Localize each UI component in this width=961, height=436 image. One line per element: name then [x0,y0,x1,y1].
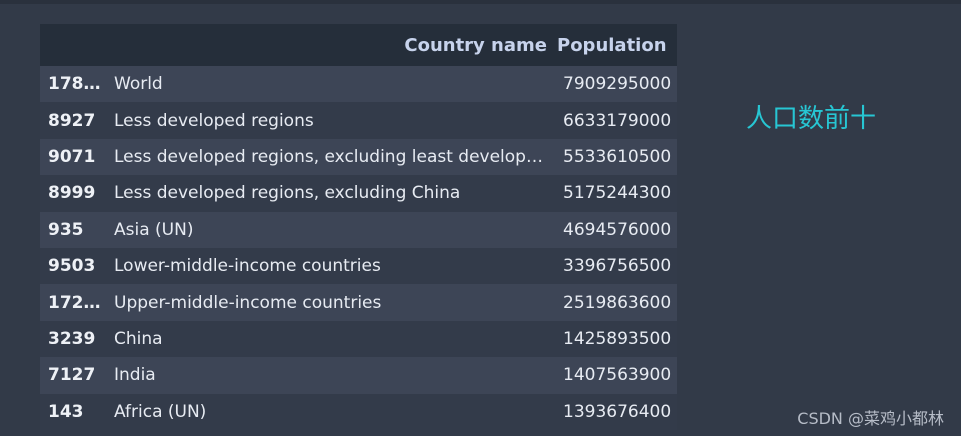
population-cell: 7909295000 [563,74,672,95]
row-index: 17855 [48,74,107,95]
csdn-watermark: CSDN @菜鸡小都林 [797,409,944,428]
row-index: 17279 [48,292,107,313]
population-cell: 2519863600 [563,292,672,313]
row-index: 8999 [48,183,96,204]
table-row: 935 Asia (UN) 4694576000 [40,211,677,248]
row-index: 935 [48,219,84,240]
row-index: 3239 [48,328,96,349]
country-name-cell: Asia (UN) [114,219,194,240]
top-strip [0,0,961,4]
top-ten-population-title: 人口数前十 [746,104,877,134]
population-cell: 5175244300 [563,183,672,204]
country-name-cell: Less developed regions, excluding China [114,183,461,204]
table-row: 143 Africa (UN) 1393676400 [40,393,677,430]
country-name-cell: China [114,328,163,349]
country-name-cell: Less developed regions, excluding least … [114,146,557,167]
population-cell: 1393676400 [563,401,672,422]
population-cell: 1407563900 [563,365,672,386]
population-cell: 3396756500 [563,256,672,277]
index-column-header [40,24,107,66]
table-row: 7127 India 1407563900 [40,357,677,394]
population-cell: 1425893500 [563,328,672,349]
row-index: 143 [48,401,84,422]
population-cell: 5533610500 [563,146,672,167]
table-row: 9503 Lower-middle-income countries 33967… [40,247,677,285]
row-index: 9071 [48,146,96,167]
population-column-header: Population [557,34,667,56]
table-header-row: Country name Population [40,24,677,66]
table-row: 9071 Less developed regions, excluding l… [40,138,677,176]
table-row: 8999 Less developed regions, excluding C… [40,175,677,212]
country-name-cell: World [114,74,163,95]
country-name-cell: Lower-middle-income countries [114,256,381,277]
table-row: 8927 Less developed regions 6633179000 [40,102,677,139]
row-index: 7127 [48,365,96,386]
country-name-column-header: Country name [404,34,547,56]
row-index: 8927 [48,110,96,131]
table-row: 3239 China 1425893500 [40,320,677,358]
country-name-cell: Less developed regions [114,110,314,131]
country-name-cell: India [114,365,156,386]
table-row: 17855 World 7909295000 [40,66,677,103]
table-row: 17279 Upper-middle-income countries 2519… [40,284,677,321]
country-name-cell: Africa (UN) [114,401,207,422]
population-cell: 4694576000 [563,219,672,240]
country-name-cell: Upper-middle-income countries [114,292,382,313]
population-table: Country name Population 17855 World 7909… [40,24,677,430]
population-cell: 6633179000 [563,110,672,131]
row-index: 9503 [48,256,96,277]
